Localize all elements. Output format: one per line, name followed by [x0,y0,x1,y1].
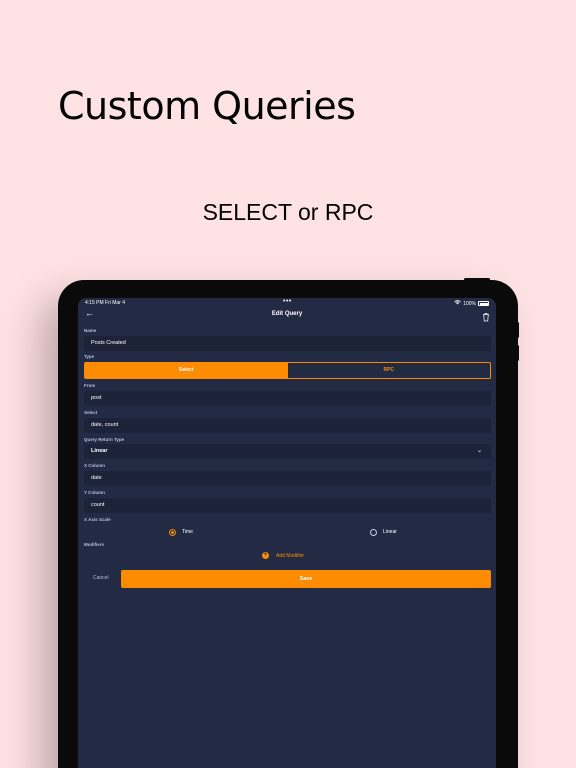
promo-subline: SELECT or RPC [202,199,374,225]
type-label: Type [84,354,95,359]
trash-icon[interactable] [482,309,490,322]
app-screen: 4:15 PM Fri Mar 4 ••• 100% ← Edit Query … [78,298,496,768]
plus-circle-icon: + [262,552,269,559]
status-bar: 4:15 PM Fri Mar 4 ••• 100% [78,298,496,308]
radio-unselected-icon [370,528,377,536]
chevron-down-icon: ⌄ [476,448,482,454]
name-label: Name [84,328,97,333]
type-option-select[interactable]: Select [85,363,288,378]
x-axis-scale-option-time[interactable]: Time [169,527,193,537]
wifi-icon [454,300,461,307]
x-axis-scale-label: X Axis Scale [84,517,111,522]
x-axis-scale-option-linear[interactable]: Linear [370,527,397,537]
x-axis-scale-time-label: Time [182,529,193,535]
select-field[interactable]: date, count [84,418,491,433]
return-type-label: Query Return Type [84,437,125,442]
battery-icon [478,301,489,306]
status-time: 4:15 PM Fri Mar 4 [85,300,126,306]
return-type-dropdown[interactable]: Linear ⌄ [84,444,491,459]
tablet-volume-up [516,322,519,338]
name-field[interactable]: Posts Created [84,336,491,351]
from-label: From [84,383,96,388]
x-axis-scale-linear-label: Linear [383,529,397,535]
battery-percent: 100% [463,300,476,307]
save-button[interactable]: Save [121,570,491,588]
nav-bar: ← Edit Query [78,308,496,322]
multitask-dots-icon[interactable]: ••• [283,298,292,305]
add-modifier-button[interactable]: + Add Modifier [262,552,304,559]
type-segmented-control: Select RPC [84,362,491,379]
return-type-value: Linear [91,448,108,454]
select-label: Select [84,410,98,415]
cancel-button[interactable]: Cancel [93,575,109,581]
modifiers-label: Modifiers [84,542,105,547]
radio-selected-icon [169,528,176,536]
x-column-label: X Column [84,463,105,468]
page-title: Edit Query [271,311,303,317]
promo-headline: Custom Queries [58,84,356,128]
from-field[interactable]: post [84,391,491,406]
y-column-field[interactable]: count [84,498,491,513]
x-column-field[interactable]: date [84,471,491,486]
tablet-volume-down [516,345,519,361]
type-option-rpc[interactable]: RPC [287,363,490,378]
y-column-label: Y Column [84,490,105,495]
status-battery: 100% [454,300,489,307]
add-modifier-label: Add Modifier [276,552,305,559]
tablet-top-button [464,278,490,281]
